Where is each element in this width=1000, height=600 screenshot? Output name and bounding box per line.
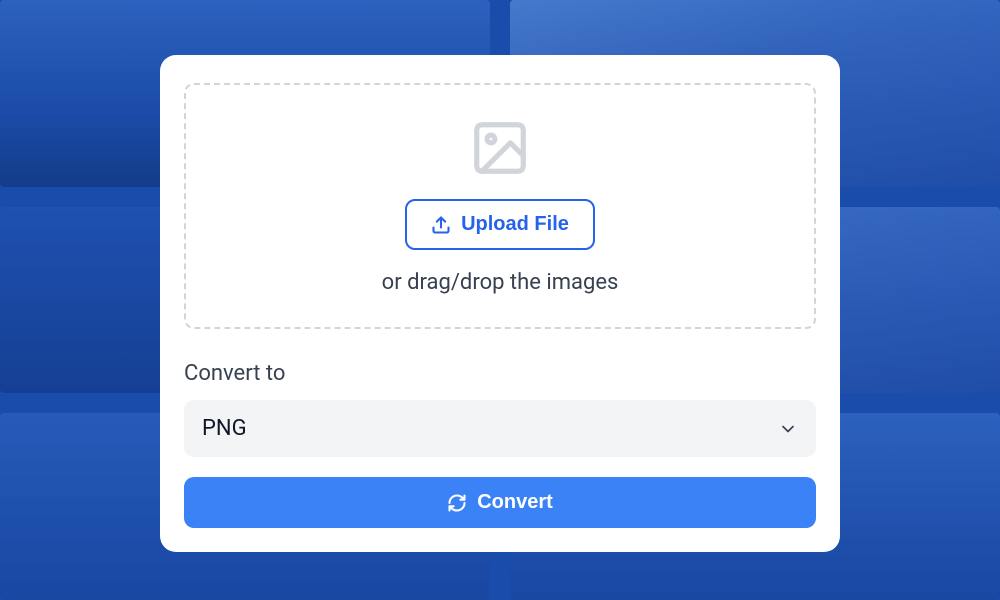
upload-button-label: Upload File bbox=[461, 213, 569, 236]
format-select-wrapper: PNG bbox=[184, 400, 816, 457]
format-select[interactable]: PNG bbox=[184, 400, 816, 457]
drag-drop-text: or drag/drop the images bbox=[382, 270, 619, 295]
upload-icon bbox=[431, 215, 451, 235]
upload-file-button[interactable]: Upload File bbox=[405, 199, 595, 250]
convert-button[interactable]: Convert bbox=[184, 477, 816, 528]
image-icon bbox=[469, 117, 531, 179]
converter-card: Upload File or drag/drop the images Conv… bbox=[160, 55, 840, 552]
convert-section: Convert to PNG Convert bbox=[184, 361, 816, 528]
convert-to-label: Convert to bbox=[184, 361, 816, 386]
file-dropzone[interactable]: Upload File or drag/drop the images bbox=[184, 83, 816, 329]
refresh-icon bbox=[447, 493, 467, 513]
convert-button-label: Convert bbox=[477, 491, 553, 514]
